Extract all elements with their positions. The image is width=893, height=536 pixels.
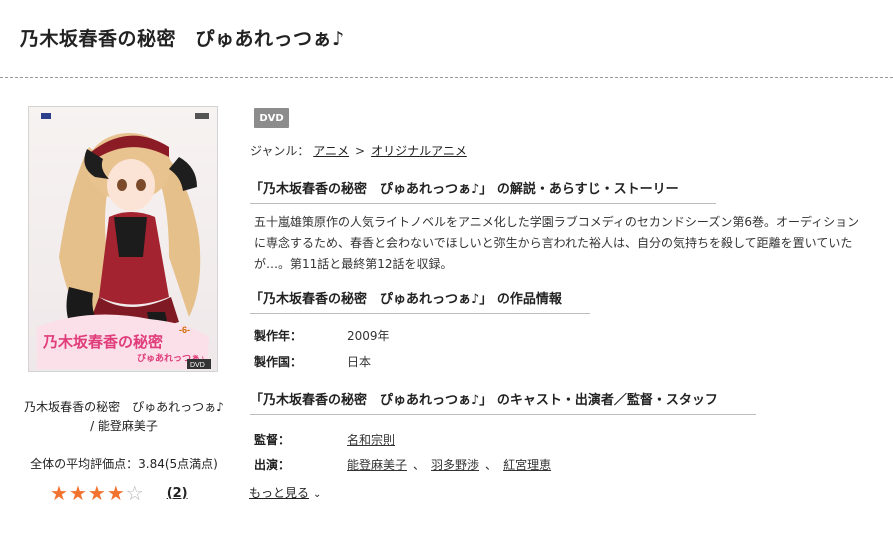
- synopsis-text: 五十嵐雄策原作の人気ライトノベルをアニメ化した学園ラブコメディのセカンドシーズン…: [254, 215, 860, 271]
- performer-link[interactable]: 紅宮理恵: [503, 458, 551, 472]
- average-rating-text: 全体の平均評価点：3.84(5点満点): [30, 457, 218, 471]
- production-country-label: 製作国：: [254, 355, 303, 369]
- cover-logo: 乃木坂春香の秘密: [42, 333, 163, 351]
- cover-caption: 乃木坂春香の秘密 ぴゅあれっつぁ♪ / 能登麻美子: [22, 398, 226, 436]
- genre-link-anime[interactable]: アニメ: [313, 144, 349, 158]
- cast-heading: 「乃木坂春香の秘密 ぴゅあれっつぁ♪」 のキャスト・出演者／監督・スタッフ: [250, 389, 756, 415]
- production-year-label: 製作年：: [254, 329, 303, 343]
- production-country-value: 日本: [347, 355, 372, 369]
- work-info-heading: 「乃木坂春香の秘密 ぴゅあれっつぁ♪」 の作品情報: [250, 288, 590, 314]
- cover-image[interactable]: 乃木坂春香の秘密 ぴゅあれっつぁ♪ -6- DVD: [28, 106, 218, 372]
- star-icon: ★: [68, 481, 87, 505]
- svg-text:DVD: DVD: [190, 362, 205, 369]
- synopsis-heading: 「乃木坂春香の秘密 ぴゅあれっつぁ♪」 の解説・あらすじ・ストーリー: [250, 178, 716, 204]
- star-icon: ☆: [125, 481, 144, 505]
- performers-label: 出演：: [254, 458, 291, 472]
- director-link[interactable]: 名和宗則: [347, 433, 395, 447]
- star-icon: ★: [50, 481, 68, 505]
- show-more-label: もっと見る: [249, 486, 310, 500]
- genre-separator: >: [355, 144, 366, 158]
- cover-title-link[interactable]: 乃木坂春香の秘密 ぴゅあれっつぁ♪: [24, 400, 224, 414]
- star-icon: ★: [106, 481, 125, 505]
- cover-artwork: 乃木坂春香の秘密 ぴゅあれっつぁ♪ -6- DVD: [29, 107, 217, 371]
- genre-label: ジャンル：: [250, 144, 310, 158]
- header-divider: [0, 77, 893, 78]
- production-year-value: 2009年: [347, 329, 390, 343]
- format-badge: DVD: [254, 108, 289, 128]
- performer-link[interactable]: 羽多野渉: [431, 458, 479, 472]
- performer-separator: 、: [485, 458, 498, 472]
- cover-author-link[interactable]: 能登麻美子: [98, 419, 158, 433]
- genre-breadcrumb: ジャンル： アニメ > オリジナルアニメ: [250, 142, 467, 159]
- rating-stars: ★ ★ ★ ★ ☆ (2): [50, 482, 188, 504]
- director-value: 名和宗則: [347, 431, 395, 448]
- director-label: 監督：: [254, 433, 291, 447]
- show-more-link[interactable]: もっと見る ⌄: [249, 484, 321, 501]
- performer-link[interactable]: 能登麻美子: [347, 458, 407, 472]
- page-title: 乃木坂春香の秘密 ぴゅあれっつぁ♪: [20, 28, 345, 50]
- performer-separator: 、: [413, 458, 426, 472]
- performers-value: 能登麻美子、羽多野渉、紅宮理恵: [347, 456, 551, 473]
- star-icon: ★: [87, 481, 106, 505]
- review-count-link[interactable]: (2): [167, 486, 188, 501]
- genre-link-original-anime[interactable]: オリジナルアニメ: [371, 144, 467, 158]
- chevron-down-icon: ⌄: [313, 489, 322, 500]
- svg-text:-6-: -6-: [179, 325, 190, 335]
- caption-separator: /: [90, 419, 98, 433]
